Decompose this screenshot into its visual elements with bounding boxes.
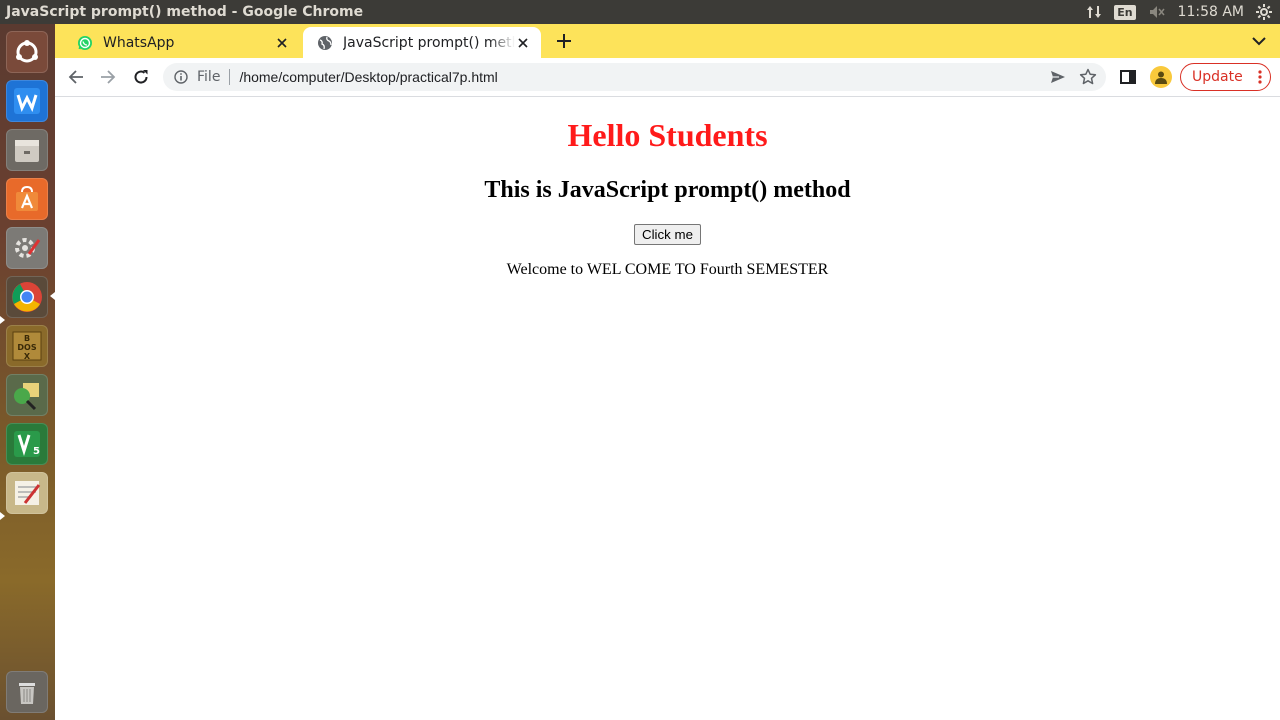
wps-writer-icon[interactable] [6, 80, 48, 122]
send-to-devices-icon[interactable] [1050, 69, 1066, 85]
site-info-icon[interactable] [173, 69, 189, 85]
browser-toolbar: File /home/computer/Desktop/practical7p.… [55, 58, 1280, 96]
close-tab-icon[interactable] [274, 35, 290, 51]
person-icon [1155, 71, 1167, 84]
back-button[interactable] [64, 65, 88, 89]
side-panel-icon [1120, 70, 1136, 84]
trash-icon[interactable] [6, 671, 48, 713]
files-icon[interactable] [6, 129, 48, 171]
keyboard-language-indicator[interactable]: En [1114, 4, 1136, 20]
click-me-button[interactable]: Click me [634, 224, 701, 245]
v5-app-icon[interactable]: 5 [6, 423, 48, 465]
more-menu-icon[interactable] [1258, 69, 1262, 85]
tab-javascript-prompt[interactable]: JavaScript prompt() meth [303, 27, 541, 58]
url-scheme-label: File [197, 69, 221, 85]
page-heading: Hello Students [567, 117, 768, 153]
svg-text:X: X [24, 352, 31, 361]
software-center-icon[interactable] [6, 178, 48, 220]
window-title: JavaScript prompt() method - Google Chro… [6, 4, 364, 20]
browser-window: WhatsApp JavaScript prompt() meth File /… [55, 24, 1280, 720]
text-editor-icon[interactable] [6, 472, 48, 514]
system-settings-icon[interactable] [6, 227, 48, 269]
address-separator [229, 69, 231, 85]
launcher-active-indicator [0, 316, 5, 324]
update-button[interactable]: Update [1180, 63, 1271, 91]
reload-button[interactable] [129, 65, 153, 89]
arrow-right-icon [101, 70, 116, 84]
forward-button[interactable] [96, 65, 120, 89]
arrow-left-icon [68, 70, 83, 84]
button-container: Click me [55, 224, 1280, 245]
chrome-icon[interactable] [6, 276, 48, 318]
whatsapp-icon [77, 35, 93, 51]
close-tab-icon[interactable] [515, 35, 531, 51]
url-text[interactable]: /home/computer/Desktop/practical7p.html [239, 69, 497, 85]
tab-label: JavaScript prompt() meth [343, 34, 515, 51]
profile-avatar[interactable] [1150, 66, 1172, 88]
dosbox-icon[interactable]: B DOS X [6, 325, 48, 367]
launcher-dock: B DOS X 5 [0, 24, 55, 720]
web-page-content: Hello Students This is JavaScript prompt… [55, 97, 1280, 720]
clock[interactable]: 11:58 AM [1178, 4, 1244, 20]
new-tab-button[interactable] [553, 30, 575, 52]
volume-muted-icon[interactable] [1148, 4, 1166, 20]
update-label: Update [1192, 69, 1243, 85]
settings-gear-icon[interactable] [1256, 4, 1272, 20]
svg-text:B: B [24, 334, 30, 343]
launcher-running-indicator [0, 512, 5, 520]
bookmark-star-icon[interactable] [1079, 68, 1097, 86]
system-top-bar: JavaScript prompt() method - Google Chro… [0, 0, 1280, 24]
globe-icon [317, 35, 333, 51]
svg-text:DOS: DOS [17, 343, 36, 352]
side-panel-button[interactable] [1119, 68, 1137, 86]
address-bar[interactable]: File /home/computer/Desktop/practical7p.… [163, 63, 1106, 91]
tab-strip: WhatsApp JavaScript prompt() meth [55, 24, 1280, 58]
system-indicators: En 11:58 AM [1086, 0, 1272, 24]
tab-whatsapp[interactable]: WhatsApp [63, 27, 300, 58]
chevron-down-icon [1252, 37, 1266, 46]
tab-search-button[interactable] [1250, 32, 1268, 50]
page-subheading: This is JavaScript prompt() method [484, 177, 851, 203]
result-message: Welcome to WEL COME TO Fourth SEMESTER [506, 261, 829, 278]
reload-icon [134, 70, 148, 84]
dash-home-icon[interactable] [6, 31, 48, 73]
svg-text:5: 5 [33, 446, 40, 457]
network-transfer-icon[interactable] [1086, 4, 1102, 20]
network-tool-icon[interactable] [6, 374, 48, 416]
plus-icon [557, 34, 571, 48]
tab-label: WhatsApp [103, 34, 175, 51]
